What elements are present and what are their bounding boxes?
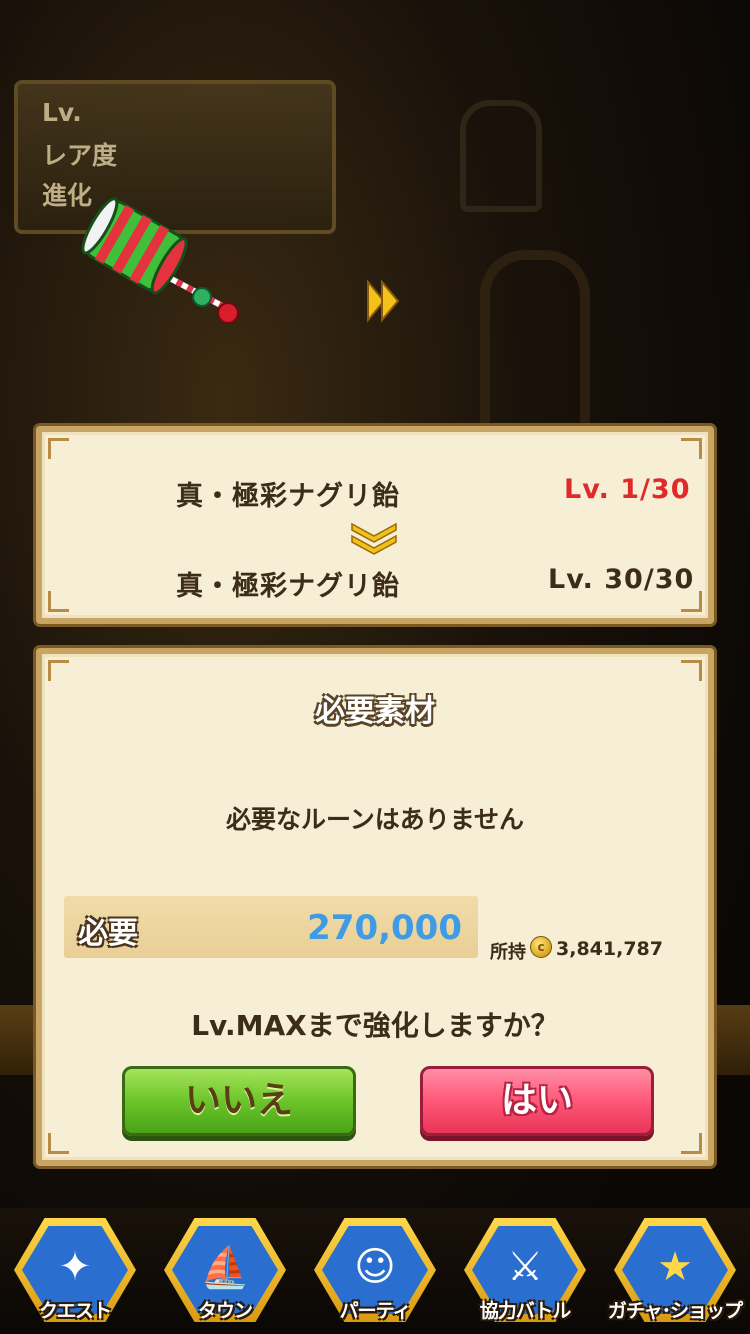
level-after: Lv. 30/30 [548,564,695,595]
nav-gacha-shop-label: ガチャ･ショップ [607,1300,743,1322]
rarity-label: レア度 [42,141,118,170]
nav-quest-label: クエスト [38,1300,112,1322]
yes-button[interactable]: はい [420,1066,654,1136]
shield-sword-icon: ⚔ [507,1244,543,1290]
nav-town-label: タウン [197,1300,253,1322]
corner-ornament [681,1133,702,1154]
level-before: Lv. 1/30 [564,474,691,505]
upgrade-preview-panel: 真・極彩ナグリ飴 Lv. 1/30 真・極彩ナグリ飴 Lv. 30/30 [36,426,714,624]
nav-gacha-shop[interactable]: ★ ガチャ･ショップ [604,1214,746,1334]
town-ship-icon: ⛵ [200,1245,250,1291]
nav-party-label: パーティ [339,1300,412,1322]
owned-label: 所持 [490,942,526,963]
required-cost-bar: 必要 270,000 [64,896,478,958]
corner-ornament [48,591,69,612]
no-button[interactable]: いいえ [122,1066,356,1136]
background-emblem [460,100,542,212]
candy-hammer-icon [81,197,239,324]
nav-town[interactable]: ⛵ タウン [154,1214,296,1334]
party-icon: ☺ [354,1244,396,1290]
nav-coop-battle[interactable]: ⚔ 協力バトル [454,1214,596,1334]
dialog-title: 必要素材 [315,694,435,729]
owned-value: 3,841,787 [556,938,663,960]
corner-ornament [681,660,702,681]
corner-ornament [681,438,702,459]
double-down-arrow-icon [351,522,397,555]
star-icon: ★ [657,1244,693,1290]
nav-party[interactable]: ☺ パーティ [304,1214,446,1334]
corner-ornament [48,438,69,459]
confirm-question: Lv.MAXまで強化しますか？ [191,1009,559,1042]
fast-forward-icon [367,279,400,323]
nav-quest[interactable]: ✦ クエスト [4,1214,146,1334]
nav-coop-battle-label: 協力バトル [479,1300,572,1322]
lv-label: Lv. [42,98,82,127]
bottom-nav: ✦ クエスト ⛵ タウン ☺ パーティ ⚔ 協力バトル ★ ガチャ･ショップ [0,1208,750,1334]
required-label: 必要 [78,916,138,951]
required-value: 270,000 [307,908,462,948]
item-name-before: 真・極彩ナグリ飴 [176,481,400,512]
no-rune-message: 必要なルーンはありません [225,805,524,834]
background-arch [480,250,590,440]
coin-icon: c [530,936,552,958]
item-name-after: 真・極彩ナグリ飴 [176,571,400,602]
quest-map-icon: ✦ [58,1244,92,1290]
corner-ornament [48,1133,69,1154]
required-materials-dialog: 必要素材 必要なルーンはありません 必要 270,000 所持 c 3,841,… [36,648,714,1166]
corner-ornament [48,660,69,681]
